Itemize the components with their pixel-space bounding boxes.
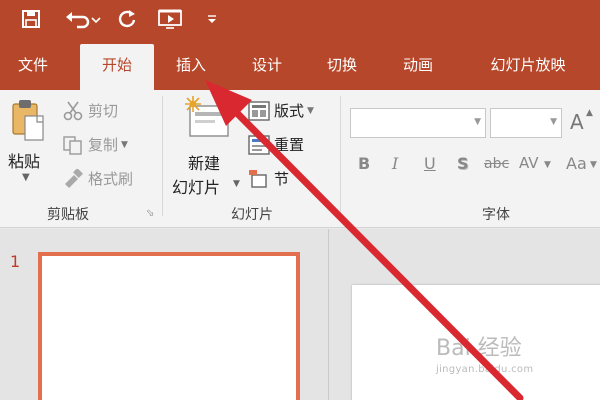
tab-animations[interactable]: 动画: [389, 40, 447, 90]
grow-font-arrow-icon: ▲: [586, 108, 593, 118]
layout-icon: [248, 100, 270, 121]
save-icon[interactable]: [16, 4, 46, 34]
new-slide-label-line1: 新建: [188, 154, 221, 173]
section-button[interactable]: 节: [248, 168, 289, 189]
grow-font-button[interactable]: A: [570, 110, 584, 134]
chevron-down-icon[interactable]: ▼: [474, 117, 481, 127]
section-label: 节: [274, 170, 290, 188]
tab-home[interactable]: 开始: [80, 44, 154, 90]
section-icon: [248, 169, 270, 189]
italic-button[interactable]: I: [392, 154, 398, 173]
copy-icon: [62, 135, 84, 155]
undo-icon[interactable]: [62, 4, 106, 34]
layout-label: 版式: [274, 102, 305, 120]
new-slide-icon: [184, 96, 232, 144]
font-size-combobox[interactable]: ▼: [490, 108, 562, 138]
tab-slideshow[interactable]: 幻灯片放映: [468, 40, 588, 90]
paste-button[interactable]: [6, 98, 50, 148]
underline-button[interactable]: U: [424, 154, 436, 173]
paste-label: 粘贴: [8, 152, 41, 171]
bold-button[interactable]: B: [358, 154, 370, 173]
new-slide-dropdown-icon[interactable]: ▼: [233, 179, 240, 189]
reset-label: 重置: [274, 136, 305, 154]
shadow-button[interactable]: S: [457, 154, 469, 173]
baidu-jingyan-watermark: Bai 经验 jingyan.baidu.com: [436, 330, 533, 375]
format-painter-icon: [62, 167, 84, 189]
tab-file[interactable]: 文件: [6, 40, 60, 90]
strikethrough-button[interactable]: abc: [484, 156, 509, 172]
paste-icon: [9, 98, 47, 148]
slide-number: 1: [10, 252, 21, 271]
format-painter-button[interactable]: 格式刷: [62, 167, 134, 189]
watermark-brand: Bai 经验: [436, 336, 522, 361]
reset-icon: [248, 134, 270, 155]
ribbon: 粘贴 ▼ 剪切 复制 ▼ 格式刷 剪贴板 ⬂ 新建 幻灯片 ▼ 版式 ▼ 重置 …: [0, 90, 600, 228]
group-divider: [340, 96, 341, 216]
tab-design[interactable]: 设计: [238, 40, 296, 90]
slides-group-label: 幻灯片: [231, 207, 273, 223]
scissors-icon: [62, 101, 84, 121]
cut-label: 剪切: [88, 102, 119, 120]
new-slide-button[interactable]: [180, 96, 236, 144]
reset-button[interactable]: 重置: [248, 134, 304, 155]
customize-qat-icon[interactable]: [202, 4, 222, 34]
tab-transitions[interactable]: 切换: [313, 40, 371, 90]
chevron-down-icon[interactable]: ▼: [550, 117, 557, 127]
tab-insert[interactable]: 插入: [162, 40, 220, 90]
character-spacing-button[interactable]: AV: [519, 154, 539, 172]
paste-dropdown-icon[interactable]: ▼: [22, 172, 30, 183]
change-case-dropdown-icon[interactable]: ▼: [590, 160, 597, 170]
font-group-label: 字体: [482, 207, 510, 223]
quick-access-toolbar: [0, 0, 600, 40]
new-slide-label-line2: 幻灯片: [172, 178, 221, 197]
layout-dropdown-icon[interactable]: ▼: [307, 106, 314, 116]
copy-dropdown-icon[interactable]: ▼: [121, 140, 128, 150]
group-divider: [162, 96, 163, 216]
layout-button[interactable]: 版式 ▼: [248, 100, 314, 121]
clipboard-launcher-icon[interactable]: ⬂: [146, 208, 154, 219]
cut-button[interactable]: 剪切: [62, 100, 118, 121]
watermark-url: jingyan.baidu.com: [436, 364, 534, 375]
font-name-combobox[interactable]: ▼: [350, 108, 486, 138]
ribbon-tab-bar: 文件 开始 插入 设计 切换 动画 幻灯片放映: [0, 40, 600, 90]
clipboard-group-label: 剪贴板: [47, 207, 89, 223]
spacing-dropdown-icon[interactable]: ▼: [544, 160, 551, 170]
redo-icon[interactable]: [114, 4, 140, 34]
copy-label: 复制: [88, 136, 119, 154]
copy-button[interactable]: 复制 ▼: [62, 134, 128, 155]
start-from-beginning-icon[interactable]: [156, 4, 186, 34]
change-case-button[interactable]: Aa: [566, 154, 587, 173]
slide-thumbnail[interactable]: [38, 252, 300, 400]
format-painter-label: 格式刷: [88, 170, 134, 188]
